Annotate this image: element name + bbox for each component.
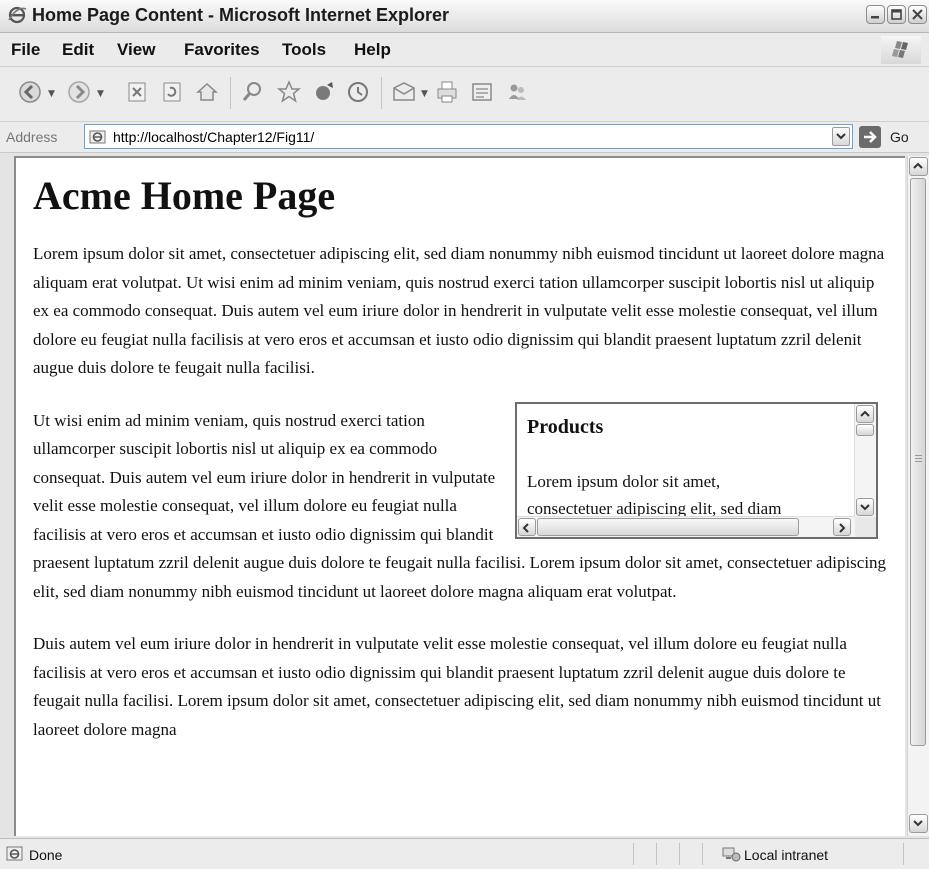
main-scroll-down-arrow-icon[interactable] <box>909 814 928 833</box>
browser-window: Home Page Content - Microsoft Internet E… <box>0 0 929 869</box>
address-bar: Address http://localhost/Chapter12/Fig11… <box>0 122 929 153</box>
menu-view[interactable]: View <box>117 40 155 60</box>
products-line-1: Lorem ipsum dolor sit amet, <box>527 471 721 491</box>
menu-edit[interactable]: Edit <box>62 40 94 60</box>
menu-tools[interactable]: Tools <box>282 40 326 60</box>
products-scroll-area: Products Lorem ipsum dolor sit amet, con… <box>525 404 847 516</box>
home-icon[interactable] <box>194 79 220 105</box>
status-text: Done <box>29 847 63 863</box>
back-icon[interactable] <box>17 79 43 105</box>
address-url: http://localhost/Chapter12/Fig11/ <box>113 129 315 145</box>
title-bar: Home Page Content - Microsoft Internet E… <box>0 0 929 33</box>
close-button[interactable] <box>908 5 927 24</box>
status-divider <box>656 843 657 865</box>
main-vertical-scrollbar[interactable] <box>907 156 929 836</box>
intranet-zone-icon <box>721 845 741 863</box>
toolbar-divider <box>381 77 382 109</box>
status-bar: Done Local intranet <box>0 838 929 869</box>
edit-icon[interactable] <box>469 79 495 105</box>
page-heading: Acme Home Page <box>33 173 336 218</box>
security-zone-label: Local intranet <box>744 847 829 863</box>
favorites-icon[interactable] <box>276 79 302 105</box>
status-divider <box>633 843 634 865</box>
toolbar: ▼ ▼ ▼ <box>0 67 929 122</box>
menu-bar: File Edit View Favorites Tools Help <box>0 33 929 67</box>
products-line-2: consectetuer adipiscing elit, sed diam <box>527 498 782 516</box>
status-divider <box>679 843 680 865</box>
thumb-grip-line <box>915 461 922 462</box>
products-vertical-scrollbar[interactable] <box>854 403 876 519</box>
scroll-up-arrow-icon[interactable] <box>856 404 874 423</box>
toolbar-divider <box>230 77 231 109</box>
status-divider <box>702 843 703 865</box>
messenger-icon[interactable] <box>504 79 530 105</box>
page-content: Acme Home Page Lorem ipsum dolor sit ame… <box>33 172 893 768</box>
window-title: Home Page Content - Microsoft Internet E… <box>32 5 450 25</box>
history-icon[interactable] <box>345 79 371 105</box>
mail-dropdown-icon[interactable]: ▼ <box>421 89 428 99</box>
products-heading: Products <box>527 415 604 438</box>
main-scroll-thumb[interactable] <box>910 178 926 746</box>
thumb-grip-line <box>915 455 922 456</box>
forward-dropdown-icon[interactable]: ▼ <box>97 89 104 99</box>
products-scroll-thumb[interactable] <box>856 423 874 436</box>
windows-logo-icon <box>881 36 921 64</box>
maximize-button[interactable] <box>887 5 906 24</box>
paragraph-3: Duis autem vel eum iriure dolor in hendr… <box>33 634 881 739</box>
thumb-grip-line <box>915 458 922 459</box>
ie-logo-icon <box>7 5 27 25</box>
menu-help[interactable]: Help <box>354 40 391 60</box>
media-icon[interactable] <box>311 79 337 105</box>
go-button[interactable]: Go <box>890 129 909 145</box>
stop-icon[interactable] <box>124 79 150 105</box>
scroll-left-arrow-icon[interactable] <box>518 517 536 536</box>
address-input[interactable]: http://localhost/Chapter12/Fig11/ <box>84 124 853 149</box>
forward-icon[interactable] <box>66 79 92 105</box>
search-icon[interactable] <box>240 79 266 105</box>
address-label: Address <box>6 129 58 145</box>
refresh-icon[interactable] <box>159 79 185 105</box>
mail-icon[interactable] <box>391 79 417 105</box>
scroll-down-arrow-icon[interactable] <box>856 497 874 516</box>
page-icon <box>89 128 107 146</box>
minimize-button[interactable] <box>866 5 885 24</box>
print-icon[interactable] <box>434 79 460 105</box>
status-divider <box>903 843 904 865</box>
products-panel[interactable]: Products Lorem ipsum dolor sit amet, con… <box>515 401 878 539</box>
products-horizontal-scrollbar[interactable] <box>517 515 855 537</box>
main-scroll-up-arrow-icon[interactable] <box>909 157 928 176</box>
paragraph-1: Lorem ipsum dolor sit amet, consectetuer… <box>33 244 885 377</box>
products-text: Lorem ipsum dolor sit amet, consectetuer… <box>527 468 847 516</box>
page-viewport[interactable]: Acme Home Page Lorem ipsum dolor sit ame… <box>14 156 905 836</box>
go-arrow-icon[interactable] <box>859 126 881 148</box>
scrollbar-corner <box>855 516 876 537</box>
page-done-icon <box>6 845 24 863</box>
back-dropdown-icon[interactable]: ▼ <box>48 89 55 99</box>
menu-file[interactable]: File <box>11 40 40 60</box>
scroll-right-arrow-icon[interactable] <box>833 517 851 536</box>
address-dropdown-icon[interactable] <box>832 127 850 146</box>
menu-favorites[interactable]: Favorites <box>184 40 260 60</box>
products-hscroll-thumb[interactable] <box>537 517 799 536</box>
